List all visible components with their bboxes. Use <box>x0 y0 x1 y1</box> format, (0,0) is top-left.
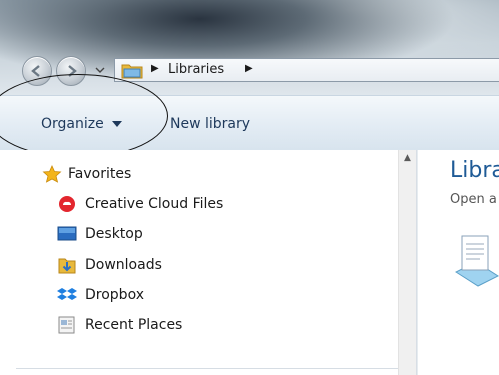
desktop-icon <box>57 225 77 243</box>
nav-favorites[interactable]: Favorites <box>42 163 131 185</box>
creative-cloud-icon <box>57 195 77 213</box>
recent-pages-chevron-icon[interactable] <box>95 66 105 74</box>
address-bar[interactable]: ▶ Libraries ▶ <box>114 58 499 82</box>
content-pane: Libra Open a <box>418 150 499 375</box>
back-arrow-icon <box>31 65 40 77</box>
nav-item-label: Creative Cloud Files <box>85 196 224 212</box>
scroll-up-arrow-icon[interactable]: ▲ <box>404 153 411 163</box>
downloads-icon <box>57 256 77 274</box>
nav-item-label: Recent Places <box>85 317 183 333</box>
libraries-heading: Libra <box>450 158 499 183</box>
libraries-folder-icon <box>121 64 143 79</box>
dropbox-icon <box>57 286 77 304</box>
libraries-subtitle: Open a <box>450 192 497 207</box>
nav-item-recent-places[interactable]: Recent Places <box>57 314 182 336</box>
nav-item-label: Downloads <box>85 257 162 273</box>
nav-pane-scrollbar[interactable]: ▲ <box>398 150 417 375</box>
breadcrumb-separator-icon[interactable]: ▶ <box>151 63 159 74</box>
recent-places-icon <box>57 316 77 334</box>
nav-item-label: Desktop <box>85 226 143 242</box>
favorites-star-icon <box>42 165 62 183</box>
breadcrumb-separator-icon[interactable]: ▶ <box>245 63 253 74</box>
nav-item-desktop[interactable]: Desktop <box>57 223 143 245</box>
nav-item-creative-cloud-files[interactable]: Creative Cloud Files <box>57 193 223 215</box>
favorites-label: Favorites <box>68 166 132 182</box>
breadcrumb-libraries[interactable]: Libraries <box>168 62 224 77</box>
documents-library-icon[interactable] <box>452 232 499 292</box>
nav-item-downloads[interactable]: Downloads <box>57 254 162 276</box>
nav-pane-divider <box>16 368 398 369</box>
nav-item-label: Dropbox <box>85 287 144 303</box>
nav-item-dropbox[interactable]: Dropbox <box>57 284 144 306</box>
new-library-button[interactable]: New library <box>170 116 250 132</box>
